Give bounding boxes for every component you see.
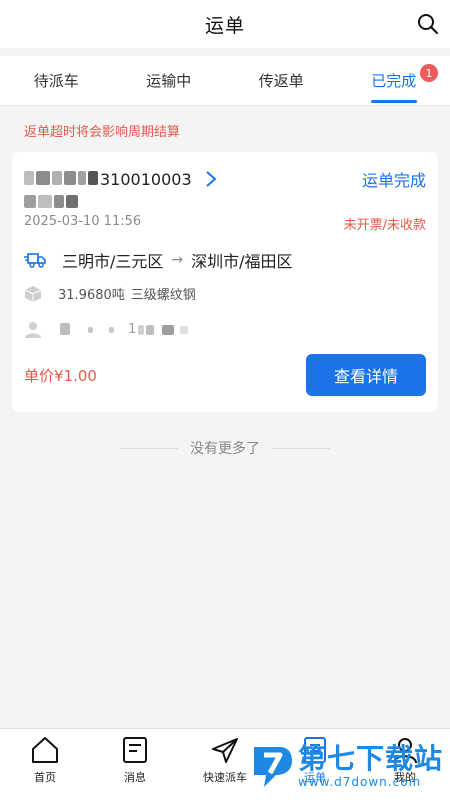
chevron-right-icon xyxy=(205,171,217,187)
count-badge: 1 xyxy=(420,64,438,82)
masked-text xyxy=(24,170,100,189)
divider xyxy=(272,447,330,449)
nav-label: 快速派车 xyxy=(203,771,247,784)
tab-completed[interactable]: 已完成 1 xyxy=(338,56,450,105)
nav-label: 首页 xyxy=(34,771,56,784)
watermark-logo-icon xyxy=(254,747,292,787)
active-tab-indicator xyxy=(370,100,417,103)
watermark-url: www.d7down.com xyxy=(298,775,422,789)
route-arrow-icon: → xyxy=(171,252,184,268)
list-end-text: 没有更多了 xyxy=(190,441,260,457)
tab-label: 已完成 xyxy=(371,72,417,90)
app-root: 运单 待派车 运输中 传返单 已完成 1 返单超时将会影响周期结算 310010… xyxy=(0,0,450,800)
top-bar: 运单 xyxy=(0,0,450,48)
driver-row: 1 xyxy=(24,320,190,339)
nav-label: 消息 xyxy=(124,771,146,784)
destination-city: 深圳市/福田区 xyxy=(191,252,293,271)
driver-phone-digit: 1 xyxy=(128,322,137,337)
search-icon[interactable] xyxy=(416,12,440,36)
waybill-number: 310010003 xyxy=(100,169,192,189)
status-tabs: 待派车 运输中 传返单 已完成 1 xyxy=(0,56,450,106)
truck-icon xyxy=(24,253,46,268)
settlement-notice: 返单超时将会影响周期结算 xyxy=(24,125,181,140)
tab-in-transit[interactable]: 运输中 xyxy=(113,56,226,105)
tab-return-receipt[interactable]: 传返单 xyxy=(225,56,338,105)
view-details-button[interactable]: 查看详情 xyxy=(306,354,426,396)
waybill-number-link[interactable]: 310010003 xyxy=(24,170,218,189)
waybill-card[interactable]: 310010003 运单完成 2025-03-10 11:56 未开票/未收款 xyxy=(12,152,438,412)
date-row: 2025-03-10 11:56 未开票/未收款 xyxy=(24,214,426,233)
divider xyxy=(120,447,178,449)
masked-driver-phone: 1 xyxy=(88,322,190,337)
payment-status: 未开票/未收款 xyxy=(343,218,426,233)
masked-company-name xyxy=(24,193,80,209)
cargo-goods: 三级螺纹钢 xyxy=(130,288,196,303)
tab-label: 传返单 xyxy=(258,72,304,90)
page-title: 运单 xyxy=(204,14,245,37)
person-icon xyxy=(25,321,41,338)
cargo-row: 31.9680吨 三级螺纹钢 xyxy=(24,284,196,303)
cargo-weight: 31.9680吨 xyxy=(58,288,125,303)
unit-price: 单价¥1.00 xyxy=(24,366,97,385)
route-row: 三明市/三元区 → 深圳市/福田区 xyxy=(24,248,293,272)
masked-driver-name xyxy=(60,320,72,339)
nav-home[interactable]: 首页 xyxy=(0,729,90,800)
card-header: 310010003 运单完成 xyxy=(24,166,426,192)
tab-label: 运输中 xyxy=(146,72,192,90)
nav-messages[interactable]: 消息 xyxy=(90,729,180,800)
order-date: 2025-03-10 11:56 xyxy=(24,214,142,229)
waybill-status: 运单完成 xyxy=(361,171,426,190)
cargo-box-icon xyxy=(24,285,42,302)
message-icon xyxy=(123,737,147,763)
watermark-name: 第七下载站 xyxy=(298,742,444,775)
tab-pending-dispatch[interactable]: 待派车 xyxy=(0,56,113,105)
home-icon xyxy=(32,737,58,763)
site-watermark: 第七下载站 www.d7down.com xyxy=(250,736,446,796)
list-end-indicator: 没有更多了 xyxy=(120,438,330,458)
card-footer: 单价¥1.00 查看详情 xyxy=(24,354,426,396)
origin-city: 三明市/三元区 xyxy=(62,252,164,271)
send-icon xyxy=(212,738,238,763)
tab-label: 待派车 xyxy=(33,72,79,90)
